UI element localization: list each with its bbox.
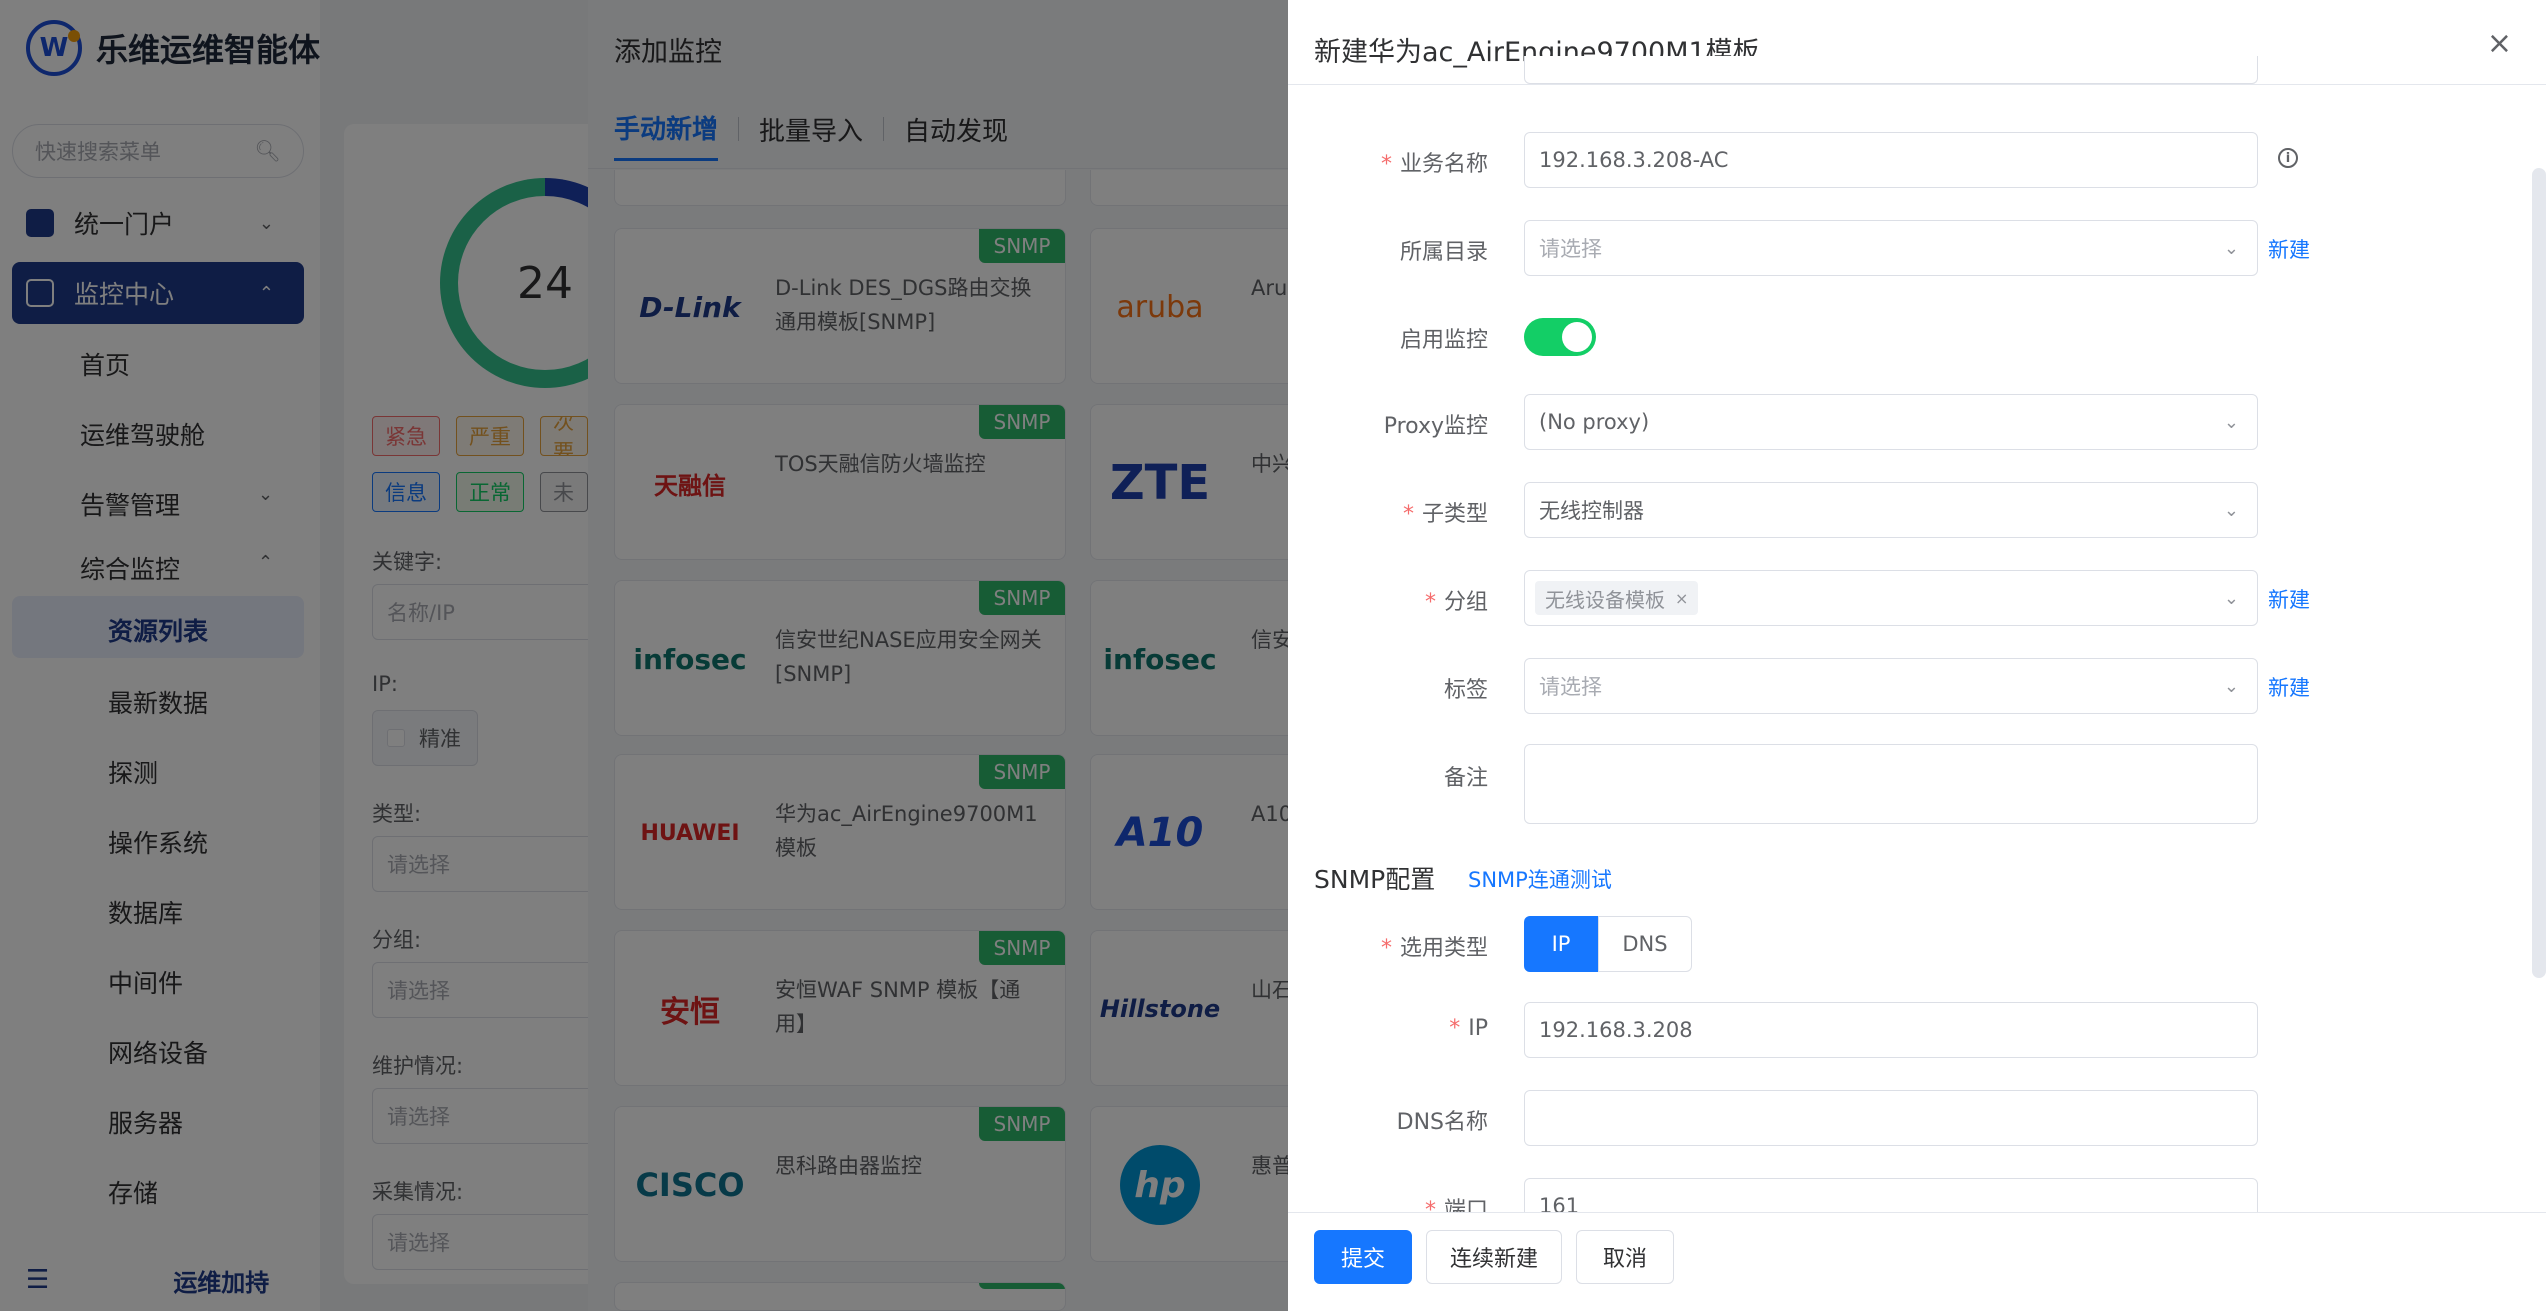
type-segmented: IP DNS [1524, 916, 1692, 972]
dns-input[interactable] [1524, 1090, 2258, 1146]
snmp-test-link[interactable]: SNMP连通测试 [1468, 864, 1612, 894]
port-input[interactable]: 161 [1524, 1178, 2258, 1212]
subtype-select[interactable]: 无线控制器 ⌄ [1524, 482, 2258, 538]
new-group-link[interactable]: 新建 [2268, 584, 2310, 614]
group-label: * 分组 [1424, 590, 1488, 615]
group-label-text: 分组 [1443, 590, 1488, 615]
proxy-select[interactable]: (No proxy) ⌄ [1524, 394, 2258, 450]
info-icon[interactable]: i [2278, 148, 2298, 168]
modal-overlay[interactable] [0, 0, 1288, 1311]
snmp-section-title: SNMP配置 [1314, 865, 1436, 894]
drawer-scrollbar[interactable] [2532, 168, 2546, 978]
dir-label: 所属目录 [1399, 240, 1488, 265]
type-ip-option[interactable]: IP [1524, 916, 1598, 972]
port-label: * 端口 [1288, 1192, 1488, 1212]
enable-label: 启用监控 [1399, 328, 1488, 353]
submit-button[interactable]: 提交 [1314, 1230, 1412, 1284]
dir-placeholder: 请选择 [1539, 237, 1602, 261]
chip-close-icon[interactable]: × [1675, 589, 1688, 608]
cancel-button[interactable]: 取消 [1576, 1230, 1674, 1284]
new-tag-link[interactable]: 新建 [2268, 672, 2310, 702]
partial-field[interactable] [1524, 56, 2258, 84]
new-dir-link[interactable]: 新建 [2268, 234, 2310, 264]
ip-label: * IP [1449, 1016, 1488, 1041]
remark-textarea[interactable] [1524, 744, 2258, 824]
biz-name-input[interactable]: 192.168.3.208-AC [1524, 132, 2258, 188]
create-template-drawer: 新建华为ac_AirEngine9700M1模板 × * 业务名称 192.168… [1288, 0, 2546, 1311]
chevron-down-icon: ⌄ [2223, 237, 2239, 259]
dir-select[interactable]: 请选择 ⌄ [1524, 220, 2258, 276]
biz-name-label-text: 业务名称 [1399, 152, 1488, 177]
ip-label-text: IP [1468, 1016, 1488, 1041]
ip-input[interactable]: 192.168.3.208 [1524, 1002, 2258, 1058]
subtype-label: * 子类型 [1402, 502, 1488, 527]
tag-label: 标签 [1443, 678, 1488, 703]
continue-create-button[interactable]: 连续新建 [1426, 1230, 1562, 1284]
tag-select[interactable]: 请选择 ⌄ [1524, 658, 2258, 714]
chevron-down-icon: ⌄ [2223, 587, 2239, 609]
dns-label: DNS名称 [1396, 1110, 1488, 1135]
group-select[interactable]: 无线设备模板 × ⌄ [1524, 570, 2258, 626]
chevron-down-icon: ⌄ [2223, 499, 2239, 521]
select-type-label-text: 选用类型 [1399, 936, 1488, 961]
proxy-label: Proxy监控 [1383, 414, 1488, 439]
port-label-text: 端口 [1443, 1198, 1488, 1212]
port-row-clip: * 端口 161 [1288, 1176, 2532, 1212]
group-chip: 无线设备模板 × [1535, 581, 1699, 615]
subtype-value: 无线控制器 [1539, 499, 1644, 523]
proxy-value: (No proxy) [1539, 410, 1650, 434]
type-dns-option[interactable]: DNS [1598, 916, 1692, 972]
close-icon[interactable]: × [2487, 26, 2512, 61]
enable-monitor-switch[interactable] [1524, 318, 1596, 356]
tag-placeholder: 请选择 [1539, 675, 1602, 699]
select-type-label: * 选用类型 [1380, 936, 1488, 961]
drawer-footer-divider [1288, 1212, 2546, 1213]
biz-name-label: * 业务名称 [1380, 152, 1488, 177]
subtype-label-text: 子类型 [1421, 502, 1488, 527]
chevron-down-icon: ⌄ [2223, 675, 2239, 697]
group-chip-label: 无线设备模板 [1545, 587, 1665, 612]
remark-label: 备注 [1443, 766, 1488, 791]
drawer-header-divider [1288, 84, 2546, 85]
chevron-down-icon: ⌄ [2223, 411, 2239, 433]
